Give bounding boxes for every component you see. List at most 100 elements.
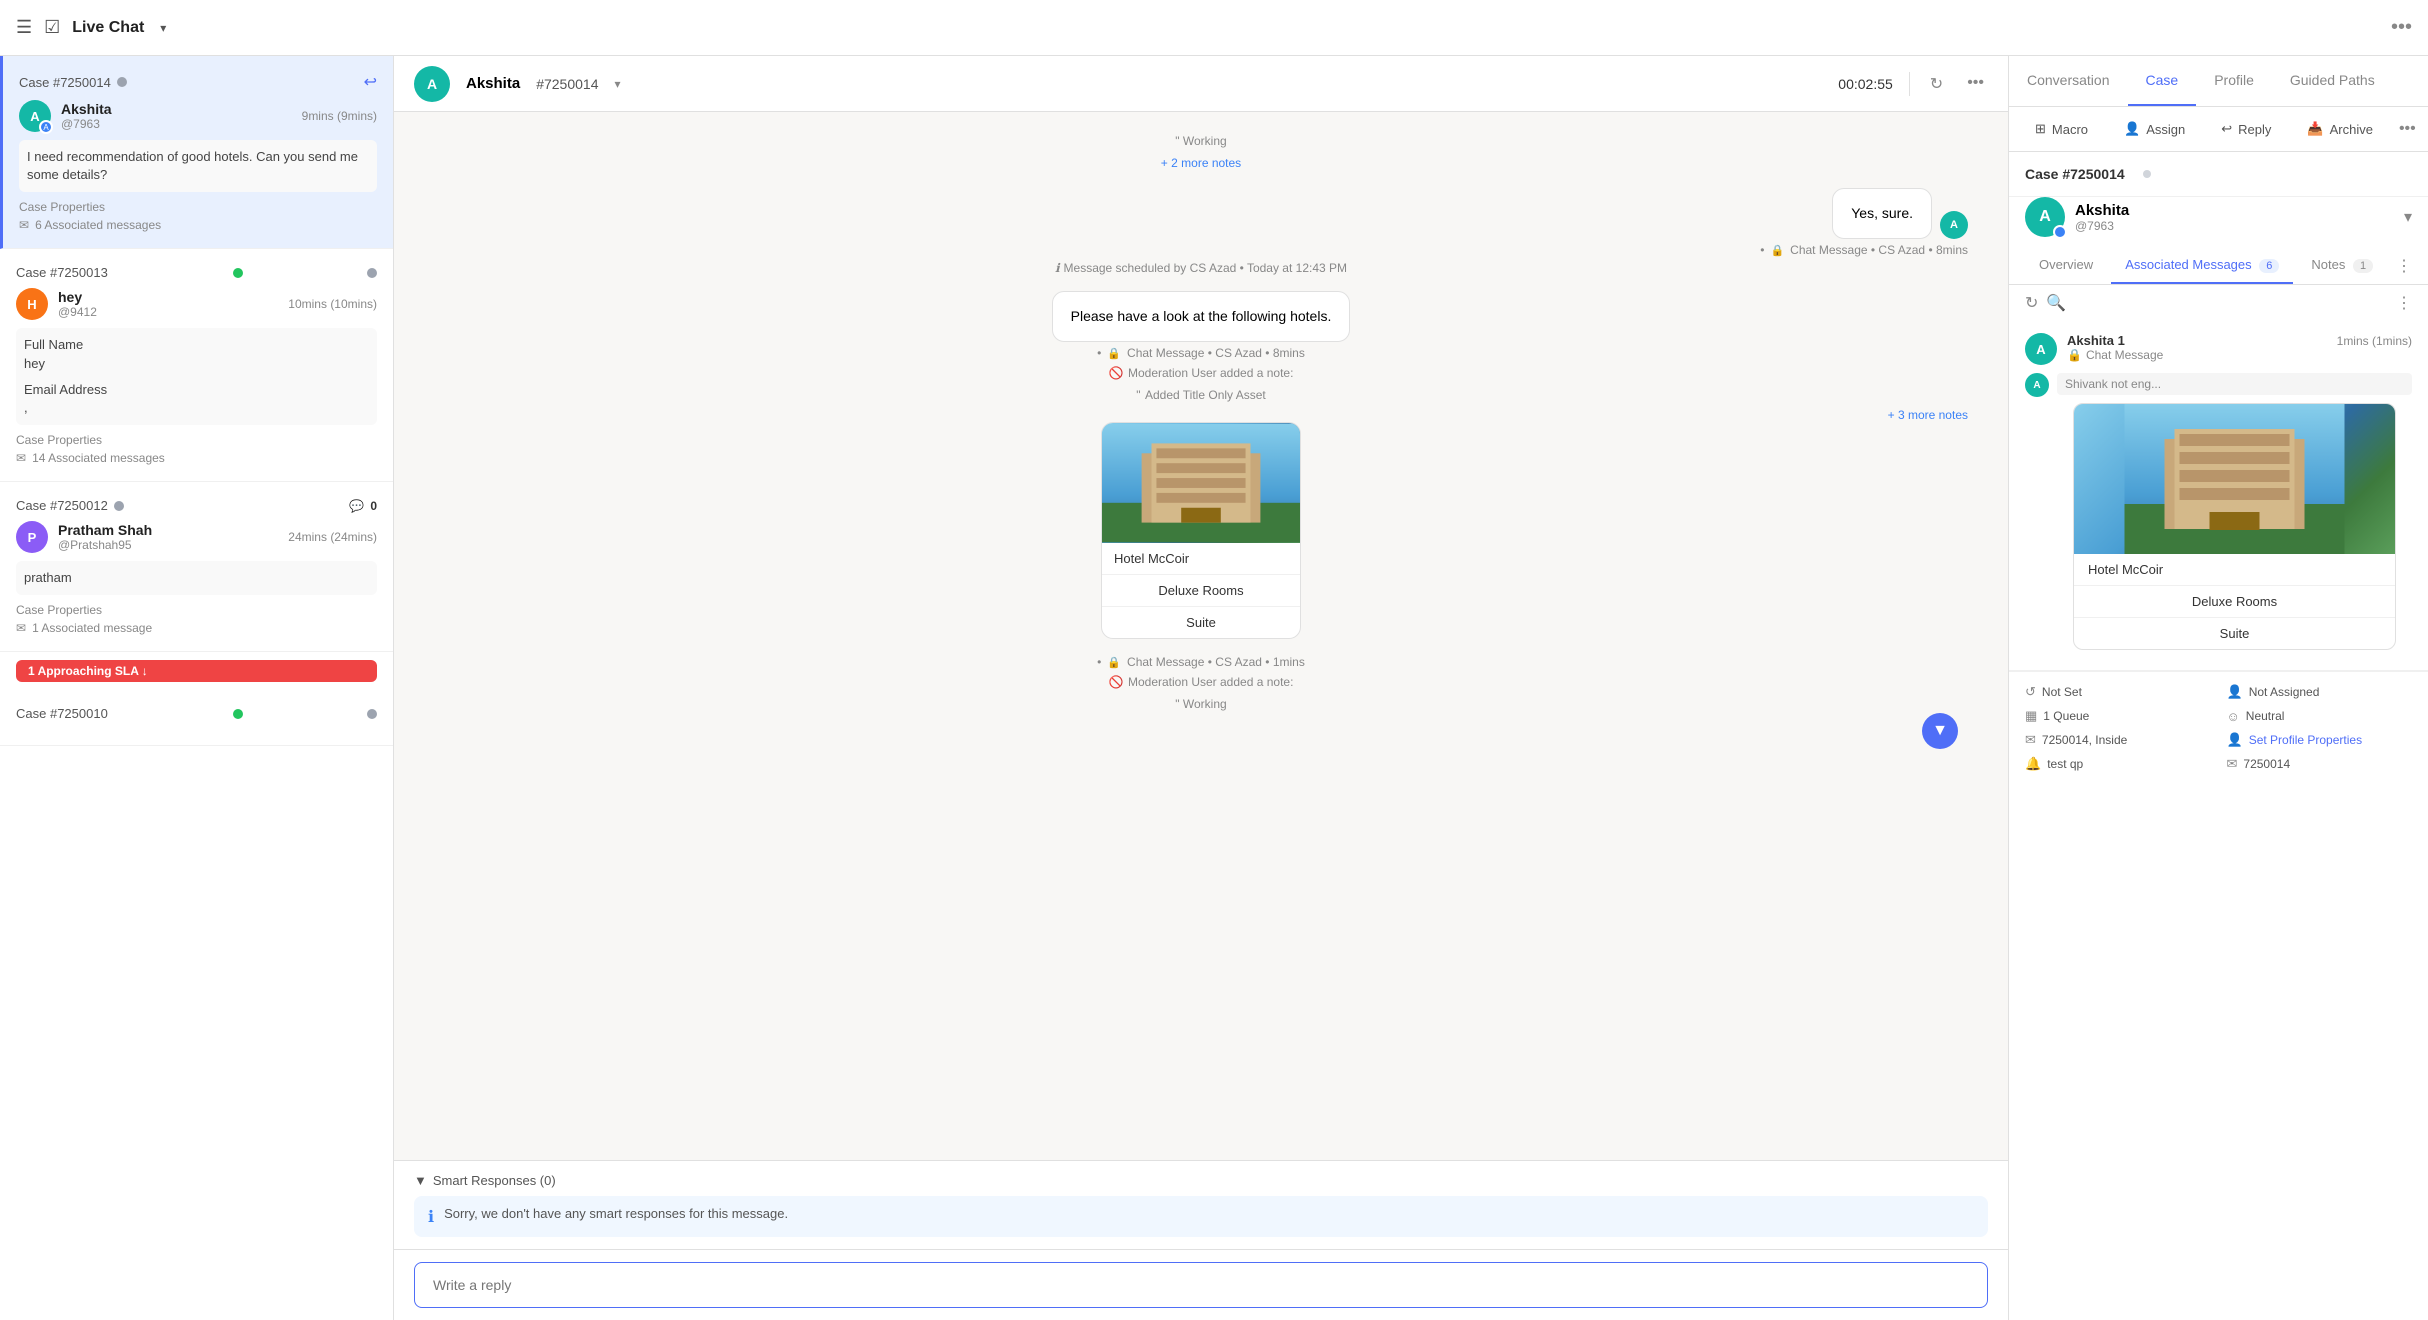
conv-user-2: H hey @9412 10mins (10mins) — [16, 288, 377, 320]
title-dropdown-icon[interactable]: ▾ — [160, 21, 166, 35]
msg-row-hotels: Please have a look at the following hote… — [434, 291, 1968, 342]
avatar-wrapper: A A — [19, 100, 51, 132]
msg-avatar-right: A — [1940, 211, 1968, 239]
assoc-label-2: 14 Associated messages — [32, 451, 165, 465]
assoc-msg-preview: Shivank not eng... — [2057, 373, 2412, 395]
conv-time-3: 24mins (24mins) — [288, 530, 377, 544]
hotel-btn-1[interactable]: Deluxe Rooms — [1102, 575, 1300, 607]
conv-assoc-2: ✉ 14 Associated messages — [16, 451, 377, 465]
conv-assoc-3: ✉ 1 Associated message — [16, 621, 377, 635]
prop-label-2: Not Assigned — [2249, 685, 2320, 699]
inner-tab-overview[interactable]: Overview — [2025, 247, 2107, 284]
inner-tabs-more[interactable]: ⋮ — [2396, 256, 2412, 276]
conv-handle-3: @Pratshah95 — [58, 538, 278, 552]
mod-note-1: 🚫 Moderation User added a note: — [434, 364, 1968, 382]
hamburger-icon[interactable]: ☰ — [16, 17, 32, 38]
notes-count-badge: 1 — [2353, 259, 2373, 273]
prop-set-profile[interactable]: 👤 Set Profile Properties — [2227, 732, 2413, 748]
inner-tab-assoc-messages[interactable]: Associated Messages 6 — [2111, 247, 2293, 284]
sla-badge[interactable]: 1 Approaching SLA ↓ — [16, 660, 377, 682]
msg-bubble-yes: Yes, sure. — [1832, 188, 1932, 239]
assoc-msg-avatar-inner: A — [2025, 373, 2049, 397]
prop-inside: ✉ 7250014, Inside — [2025, 732, 2211, 748]
assign-button[interactable]: 👤 Assign — [2114, 115, 2195, 143]
assign-label: Assign — [2146, 122, 2185, 137]
conv-item-7250013[interactable]: Case #7250013 H hey @9412 10mins (10mins… — [0, 249, 393, 482]
more-icon[interactable]: ••• — [1963, 70, 1988, 98]
nav-more-icon[interactable]: ••• — [2391, 16, 2412, 39]
hotel-card-img — [1102, 423, 1300, 543]
checkbox-icon[interactable]: ☑ — [44, 17, 60, 38]
meta-text-1: Chat Message • CS Azad • 8mins — [1790, 243, 1968, 257]
conv-item-header-3: Case #7250012 💬 0 — [16, 498, 377, 513]
more-notes-link-2[interactable]: + 3 more notes — [1888, 408, 1968, 422]
archive-label: Archive — [2330, 122, 2373, 137]
chat-case-chevron[interactable]: ▾ — [614, 77, 620, 91]
tab-guided-paths[interactable]: Guided Paths — [2272, 56, 2393, 106]
status-dot-green — [233, 268, 243, 278]
reply-button[interactable]: ↩ Reply — [2211, 115, 2281, 143]
macro-icon: ⊞ — [2035, 121, 2046, 137]
refresh-icon[interactable]: ↻ — [1926, 70, 1947, 98]
right-user-chevron[interactable]: ▾ — [2404, 207, 2412, 227]
assoc-hotel-btn-2[interactable]: Suite — [2074, 618, 2395, 649]
conv-username: Akshita — [61, 101, 292, 117]
right-case-header: Case #7250014 — [2009, 152, 2428, 197]
chat-divider — [1909, 72, 1910, 96]
assoc-hotel-card: Hotel McCoir Deluxe Rooms Suite — [2073, 403, 2396, 650]
reply-input[interactable] — [414, 1262, 1988, 1308]
archive-icon: 📥 — [2307, 121, 2323, 137]
right-avatar-badge — [2053, 225, 2067, 239]
prop-not-set: ↺ Not Set — [2025, 684, 2211, 700]
conv-item-7250010[interactable]: Case #7250010 — [0, 690, 393, 746]
toolbar-search-icon[interactable]: 🔍 — [2046, 293, 2066, 313]
more-notes-link[interactable]: + 2 more notes — [1161, 156, 1241, 170]
tab-conversation[interactable]: Conversation — [2009, 56, 2128, 106]
tab-case[interactable]: Case — [2128, 56, 2197, 106]
inner-tab-notes[interactable]: Notes 1 — [2297, 247, 2387, 284]
conv-item-7250014[interactable]: Case #7250014 ↩ A A Akshita @7963 9mins … — [0, 56, 393, 249]
tab-profile[interactable]: Profile — [2196, 56, 2272, 106]
toolbar-refresh-icon[interactable]: ↻ — [2025, 293, 2038, 313]
dot-3: • — [1097, 655, 1101, 669]
info-icon-smart: ℹ — [428, 1207, 434, 1227]
msg-text-hotels: Please have a look at the following hote… — [1071, 308, 1332, 324]
chat-area: A Akshita #7250014 ▾ 00:02:55 ↻ ••• " Wo… — [394, 56, 2008, 1320]
lock-icon-2: 🔒 — [1107, 347, 1121, 360]
working-2: " Working — [434, 695, 1968, 713]
conv-item-7250012[interactable]: Case #7250012 💬 0 P Pratham Shah @Pratsh… — [0, 482, 393, 652]
assoc-label-3: 1 Associated message — [32, 621, 152, 635]
right-action-more[interactable]: ••• — [2399, 120, 2416, 138]
conv-handle-2: @9412 — [58, 305, 278, 319]
prop-label-3: 1 Queue — [2043, 709, 2089, 723]
smart-content: ℹ Sorry, we don't have any smart respons… — [414, 1196, 1988, 1237]
scheduled-text: Message scheduled by CS Azad • Today at … — [1064, 261, 1347, 275]
working-text-2: " Working — [1175, 697, 1226, 711]
toolbar-more-icon[interactable]: ⋮ — [2396, 293, 2412, 313]
chat-contact-name: Akshita — [466, 75, 520, 92]
assoc-hotel-name: Hotel McCoir — [2074, 554, 2395, 586]
app-title: Live Chat — [72, 19, 144, 37]
reply-box — [394, 1249, 2008, 1320]
more-notes-1[interactable]: + 2 more notes — [434, 154, 1968, 172]
prop-icon-6: 👤 — [2227, 732, 2243, 748]
chat-case-id[interactable]: #7250014 — [536, 76, 598, 92]
smart-title[interactable]: ▼ Smart Responses (0) — [414, 1173, 1988, 1188]
msg-row-yes: Yes, sure. A — [434, 188, 1968, 239]
conv-props-row-3: Case Properties — [16, 603, 377, 617]
hotel-btn-2[interactable]: Suite — [1102, 607, 1300, 638]
assoc-hotel-btn-1[interactable]: Deluxe Rooms — [2074, 586, 2395, 618]
avatar-badge: A — [39, 120, 53, 134]
assoc-msg-type: 🔒 Chat Message — [2067, 348, 2412, 362]
lock-icon-1: 🔒 — [1770, 244, 1784, 257]
right-case-id: Case #7250014 — [2025, 166, 2125, 182]
assoc-msg-user-row: Akshita 1 1mins (1mins) — [2067, 333, 2412, 348]
avatar-wrapper-3: P — [16, 521, 48, 553]
scroll-down-button[interactable]: ▼ — [1922, 713, 1958, 749]
conv-username-2: hey — [58, 289, 278, 305]
added-title: " Added Title Only Asset — [434, 386, 1968, 404]
archive-button[interactable]: 📥 Archive — [2297, 115, 2383, 143]
conv-username-3: Pratham Shah — [58, 522, 278, 538]
case-id-2: Case #7250013 — [16, 265, 108, 280]
macro-button[interactable]: ⊞ Macro — [2025, 115, 2098, 143]
